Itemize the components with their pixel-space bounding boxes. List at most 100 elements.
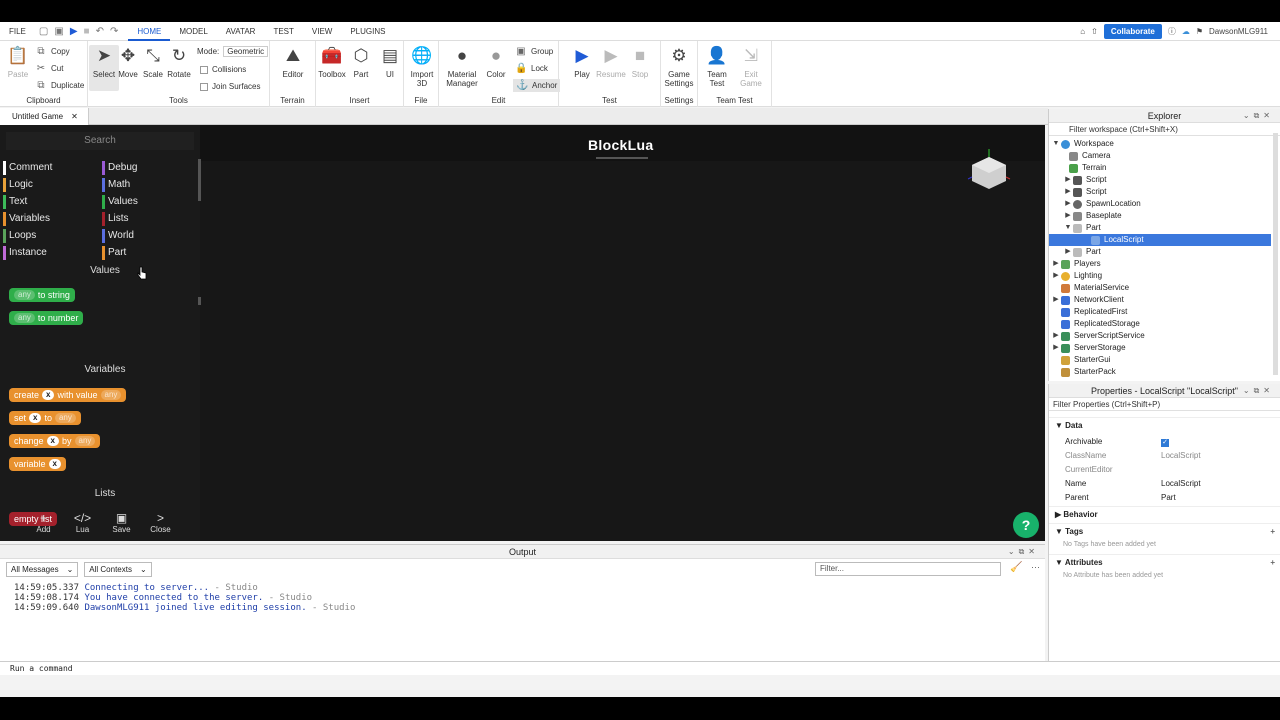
- tab-home[interactable]: HOME: [128, 22, 171, 41]
- messages-filter-dropdown[interactable]: All Messages ⌄: [6, 561, 79, 577]
- tab-avatar[interactable]: AVATAR: [217, 22, 265, 41]
- resume-button[interactable]: ▶ Resume: [596, 45, 626, 79]
- tree-item-players[interactable]: ▶ Players: [1049, 258, 1271, 270]
- collisions-toggle[interactable]: Collisions: [200, 65, 246, 74]
- prop-parent[interactable]: Parent Part: [1049, 491, 1280, 505]
- section-behavior[interactable]: ▶ Behavior: [1049, 506, 1280, 522]
- tree-item-spawnlocation[interactable]: ▶ SpawnLocation: [1049, 198, 1271, 210]
- stop-icon[interactable]: ■: [84, 26, 90, 37]
- output-filter-input[interactable]: Filter...: [815, 562, 1001, 576]
- palette-scrollbar-lower[interactable]: [198, 297, 201, 305]
- tree-item-terrain[interactable]: Terrain: [1049, 162, 1271, 174]
- tree-item-lighting[interactable]: ▶ Lighting: [1049, 270, 1271, 282]
- category-debug[interactable]: Debug: [102, 161, 137, 175]
- lock-button[interactable]: 🔒 Lock: [515, 63, 548, 74]
- block-search-input[interactable]: Search: [6, 132, 194, 150]
- add-tag-icon[interactable]: +: [1270, 524, 1275, 540]
- cut-button[interactable]: ✂ Cut: [35, 63, 64, 74]
- tree-item-materialservice[interactable]: MaterialService: [1049, 282, 1271, 294]
- tree-item-part[interactable]: ▼ Part: [1049, 222, 1271, 234]
- rotate-tool[interactable]: ↻ Rotate: [164, 45, 194, 79]
- tree-item-script[interactable]: ▶ Script: [1049, 174, 1271, 186]
- tree-item-localscript[interactable]: LocalScript: [1049, 234, 1271, 246]
- tree-item-serverscriptservice[interactable]: ▶ ServerScriptService: [1049, 330, 1271, 342]
- new-file-icon[interactable]: ▢: [39, 26, 48, 37]
- tree-item-starterpack[interactable]: StarterPack: [1049, 366, 1271, 378]
- command-bar-input[interactable]: Run a command: [0, 661, 1280, 675]
- group-button[interactable]: ▣ Group: [515, 46, 553, 57]
- block-to-number[interactable]: any to number: [9, 311, 84, 325]
- play-button[interactable]: ▶ Play: [567, 45, 597, 79]
- category-lists[interactable]: Lists: [102, 212, 129, 226]
- material-manager-button[interactable]: ● Material Manager: [445, 45, 479, 88]
- close-button[interactable]: > Close: [141, 505, 180, 541]
- duplicate-button[interactable]: ⧉ Duplicate: [35, 80, 84, 91]
- file-menu[interactable]: FILE: [0, 22, 35, 41]
- mode-select[interactable]: Mode: Geometric: [197, 46, 269, 57]
- category-part[interactable]: Part: [102, 246, 126, 260]
- tree-item-replicatedstorage[interactable]: ReplicatedStorage: [1049, 318, 1271, 330]
- redo-icon[interactable]: ↷: [110, 26, 118, 37]
- notification-icon[interactable]: ⚑: [1196, 27, 1203, 36]
- category-variables[interactable]: Variables: [3, 212, 50, 226]
- exit-game-button[interactable]: ⇲ Exit Game: [736, 45, 766, 88]
- explorer-scrollbar[interactable]: [1273, 133, 1278, 375]
- collisions-checkbox[interactable]: [200, 65, 208, 74]
- add-button[interactable]: + Add: [24, 505, 63, 541]
- save-button[interactable]: ▣ Save: [102, 505, 141, 541]
- help-icon[interactable]: ⓘ: [1168, 26, 1176, 37]
- block-change-variable[interactable]: change x by any: [9, 434, 101, 448]
- contexts-filter-dropdown[interactable]: All Contexts ⌄: [84, 561, 152, 577]
- category-comment[interactable]: Comment: [3, 161, 52, 175]
- clear-output-icon[interactable]: 🧹: [1010, 562, 1022, 573]
- stop-button[interactable]: ■ Stop: [625, 45, 655, 79]
- color-button[interactable]: ● Color: [481, 45, 511, 79]
- toolbox-button[interactable]: 🧰 Toolbox: [317, 45, 347, 79]
- cloud-icon[interactable]: ☁: [1182, 27, 1190, 36]
- block-set-variable[interactable]: set x to any: [9, 411, 81, 425]
- category-math[interactable]: Math: [102, 178, 130, 192]
- block-create-variable[interactable]: create x with value any: [9, 388, 127, 402]
- join-surfaces-toggle[interactable]: Join Surfaces: [200, 82, 260, 91]
- tree-item-workspace[interactable]: ▼ Workspace: [1049, 138, 1271, 150]
- tree-item-replicatedfirst[interactable]: ReplicatedFirst: [1049, 306, 1271, 318]
- tree-item-serverstorage[interactable]: ▶ ServerStorage: [1049, 342, 1271, 354]
- part-button[interactable]: ⬡ Part: [346, 45, 376, 79]
- block-to-string[interactable]: any to string: [9, 288, 75, 302]
- category-text[interactable]: Text: [3, 195, 27, 209]
- tab-test[interactable]: TEST: [264, 22, 302, 41]
- prop-name[interactable]: Name LocalScript: [1049, 477, 1280, 491]
- tab-untitled-game[interactable]: Untitled Game ✕: [0, 108, 89, 125]
- category-instance[interactable]: Instance: [3, 246, 47, 260]
- username[interactable]: DawsonMLG911: [1209, 27, 1268, 36]
- undo-icon[interactable]: ↶: [96, 26, 104, 37]
- save-icon[interactable]: ▣: [54, 26, 63, 37]
- viewport[interactable]: BlockLua ? Search Comment Debug Logic Ma…: [0, 125, 1045, 541]
- lua-button[interactable]: </> Lua: [63, 505, 102, 541]
- section-data[interactable]: ▼ Data: [1049, 417, 1280, 433]
- game-settings-button[interactable]: ⚙ Game Settings: [664, 45, 694, 88]
- palette-scrollbar-upper[interactable]: [198, 159, 201, 201]
- properties-filter-input[interactable]: Filter Properties (Ctrl+Shift+P): [1049, 398, 1280, 411]
- ui-button[interactable]: ▤ UI: [375, 45, 405, 79]
- terrain-editor-button[interactable]: ⛰ Editor: [278, 45, 308, 79]
- team-test-button[interactable]: 👤 Team Test: [702, 45, 732, 88]
- more-options-icon[interactable]: ⋯: [1031, 562, 1040, 573]
- tab-model[interactable]: MODEL: [170, 22, 216, 41]
- category-values[interactable]: Values: [102, 195, 138, 209]
- help-button[interactable]: ?: [1013, 512, 1039, 538]
- tree-item-script[interactable]: ▶ Script: [1049, 186, 1271, 198]
- tree-item-part[interactable]: ▶ Part: [1049, 246, 1271, 258]
- play-icon[interactable]: ▶: [70, 26, 78, 37]
- anchor-button[interactable]: ⚓ Anchor: [513, 79, 561, 92]
- paste-button[interactable]: 📋 Paste: [3, 45, 33, 79]
- tree-item-startergui[interactable]: StarterGui: [1049, 354, 1271, 366]
- join-surfaces-checkbox[interactable]: [200, 82, 208, 91]
- collaborate-button[interactable]: Collaborate: [1103, 24, 1162, 39]
- section-attributes[interactable]: ▼ Attributes +: [1049, 554, 1280, 570]
- home-icon[interactable]: ⌂: [1080, 27, 1085, 36]
- block-variable[interactable]: variable x: [9, 457, 66, 471]
- category-logic[interactable]: Logic: [3, 178, 33, 192]
- add-attribute-icon[interactable]: +: [1270, 555, 1275, 571]
- import3d-button[interactable]: 🌐 Import 3D: [407, 45, 437, 88]
